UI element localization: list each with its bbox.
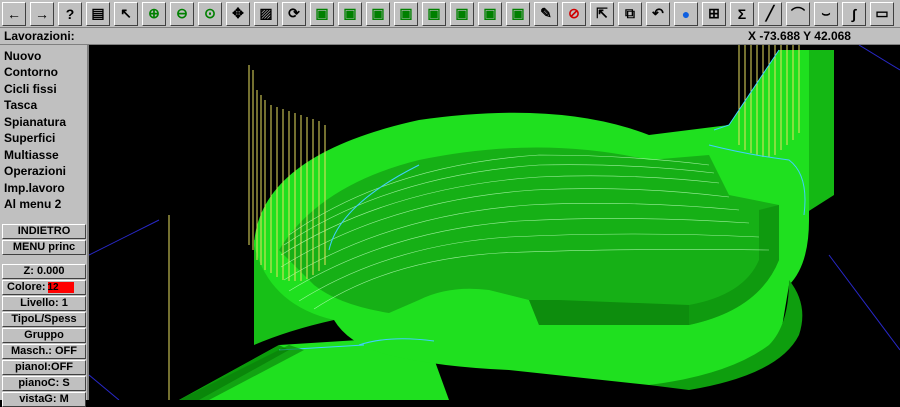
zoom-window-icon: ⊙ [204, 5, 216, 21]
cube-view-8-icon: ▣ [511, 5, 525, 21]
layers-button[interactable]: ⊞ [702, 1, 726, 26]
cube-view-3-icon: ▣ [371, 5, 385, 21]
cube-view-7-button[interactable]: ▣ [478, 1, 502, 26]
color-swatch: 12 [47, 281, 74, 293]
3d-viewport[interactable] [89, 45, 900, 400]
zoom-window-button[interactable]: ⊙ [198, 1, 222, 26]
cube-view-7-icon: ▣ [483, 5, 497, 21]
pencil-icon: ✎ [540, 5, 552, 21]
arc-icon: ⌒ [791, 5, 805, 22]
mask-button[interactable]: Masch.: OFF [2, 344, 86, 359]
sum-icon: Σ [737, 5, 747, 22]
toolbar: ← →? ▤ ↖ ⊕ ⊖ ⊙ ✥ ▨ ⟳ ▣ ▣ ▣ ▣ ▣ ▣ ▣ ▣ ✎ ⊘ ⇱ ⧉ ↶ ● ⊞ Σ ╱ ⌒ ⌣ ∫ ▭ [0, 0, 900, 28]
cancel-icon: ⊘ [568, 5, 580, 21]
pencil-button[interactable]: ✎ [534, 1, 558, 26]
cancel-button[interactable]: ⊘ [562, 1, 586, 26]
calculator-icon: ▤ [91, 5, 105, 21]
plane-c-button[interactable]: pianoC: S [2, 376, 86, 391]
line-button[interactable]: ╱ [758, 1, 782, 26]
curve-icon: ⌣ [821, 5, 831, 21]
select-tool-icon: ↖ [120, 5, 132, 21]
cube-view-1-button[interactable]: ▣ [310, 1, 334, 26]
rotate-view-icon: ⟳ [288, 5, 300, 21]
move-icon: ⇱ [596, 5, 608, 21]
menu-item-nuovo[interactable]: Nuovo [4, 48, 41, 64]
pan-icon: ✥ [232, 5, 244, 21]
help-button[interactable]: ? [58, 1, 82, 26]
copy-button[interactable]: ⧉ [618, 1, 642, 26]
group-button[interactable]: Gruppo [2, 328, 86, 343]
cube-view-4-icon: ▣ [399, 5, 413, 21]
sphere-icon: ● [681, 5, 691, 22]
cube-view-6-icon: ▣ [455, 5, 469, 21]
menu-item-operazioni[interactable]: Operazioni [4, 163, 66, 179]
part-render [89, 45, 900, 400]
cube-view-6-button[interactable]: ▣ [450, 1, 474, 26]
color-label: Colore: [7, 281, 46, 293]
cursor-coordinates: X -73.688 Y 42.068 [748, 29, 851, 43]
menu-item-imp-lavoro[interactable]: Imp.lavoro [4, 180, 65, 196]
copy-icon: ⧉ [625, 5, 635, 21]
curve-button[interactable]: ⌣ [814, 1, 838, 26]
cube-view-1-icon: ▣ [315, 5, 329, 21]
back-button[interactable]: INDIETRO [2, 224, 86, 239]
pan-button[interactable]: ✥ [226, 1, 250, 26]
zoom-out-icon: ⊖ [176, 5, 188, 21]
menu-item-superfici[interactable]: Superfici [4, 130, 55, 146]
plane-i-button[interactable]: pianoI:OFF [2, 360, 86, 375]
main-menu-button[interactable]: MENU princ [2, 240, 86, 255]
sidebar: Nuovo Contorno Cicli fissi Tasca Spianat… [0, 45, 89, 407]
cube-view-5-button[interactable]: ▣ [422, 1, 446, 26]
rectangle-icon: ▭ [875, 5, 889, 21]
line-icon: ╱ [765, 5, 775, 21]
arc-button[interactable]: ⌒ [786, 1, 810, 26]
cube-view-8-button[interactable]: ▣ [506, 1, 530, 26]
zoom-in-button[interactable]: ⊕ [142, 1, 166, 26]
arrow-left-button[interactable]: ← [2, 1, 26, 26]
move-button[interactable]: ⇱ [590, 1, 614, 26]
select-tool-button[interactable]: ↖ [114, 1, 138, 26]
level-button[interactable]: Livello: 1 [2, 296, 86, 311]
line-type-button[interactable]: TipoL/Spess [2, 312, 86, 327]
spline-icon: ∫ [852, 5, 856, 22]
arrow-left-icon: ← [7, 5, 21, 22]
arrow-right-icon: → [35, 5, 49, 22]
sphere-button[interactable]: ● [674, 1, 698, 26]
cube-view-2-button[interactable]: ▣ [338, 1, 362, 26]
menu-item-cicli-fissi[interactable]: Cicli fissi [4, 81, 57, 97]
zoom-fit-icon: ▨ [259, 5, 273, 21]
menu-item-spianatura[interactable]: Spianatura [4, 114, 66, 130]
menu-item-tasca[interactable]: Tasca [4, 97, 37, 113]
undo-button[interactable]: ↶ [646, 1, 670, 26]
cube-view-5-icon: ▣ [427, 5, 441, 21]
zoom-fit-button[interactable]: ▨ [254, 1, 278, 26]
arrow-right-button[interactable]: → [30, 1, 54, 26]
color-button[interactable]: Colore: 12 [2, 280, 86, 295]
status-bar: Lavorazioni: X -73.688 Y 42.068 [0, 28, 900, 45]
zoom-in-icon: ⊕ [148, 5, 160, 21]
layers-icon: ⊞ [708, 5, 720, 21]
menu-item-multiasse[interactable]: Multiasse [4, 147, 59, 163]
cube-view-3-button[interactable]: ▣ [366, 1, 390, 26]
undo-icon: ↶ [652, 5, 664, 21]
spline-button[interactable]: ∫ [842, 1, 866, 26]
axis-line [858, 45, 900, 71]
menu-title: Lavorazioni: [4, 29, 75, 43]
zoom-out-button[interactable]: ⊖ [170, 1, 194, 26]
axis-line [89, 374, 120, 400]
menu-item-contorno[interactable]: Contorno [4, 64, 58, 80]
cube-view-4-button[interactable]: ▣ [394, 1, 418, 26]
help-icon: ? [65, 5, 75, 22]
z-level-button[interactable]: Z: 0.000 [2, 264, 86, 279]
cube-view-2-icon: ▣ [343, 5, 357, 21]
menu-item-al-menu-2[interactable]: Al menu 2 [4, 196, 61, 212]
axis-line [89, 219, 160, 256]
calculator-button[interactable]: ▤ [86, 1, 110, 26]
axis-line [828, 254, 900, 351]
sum-button[interactable]: Σ [730, 1, 754, 26]
rectangle-button[interactable]: ▭ [870, 1, 894, 26]
rotate-view-button[interactable]: ⟳ [282, 1, 306, 26]
